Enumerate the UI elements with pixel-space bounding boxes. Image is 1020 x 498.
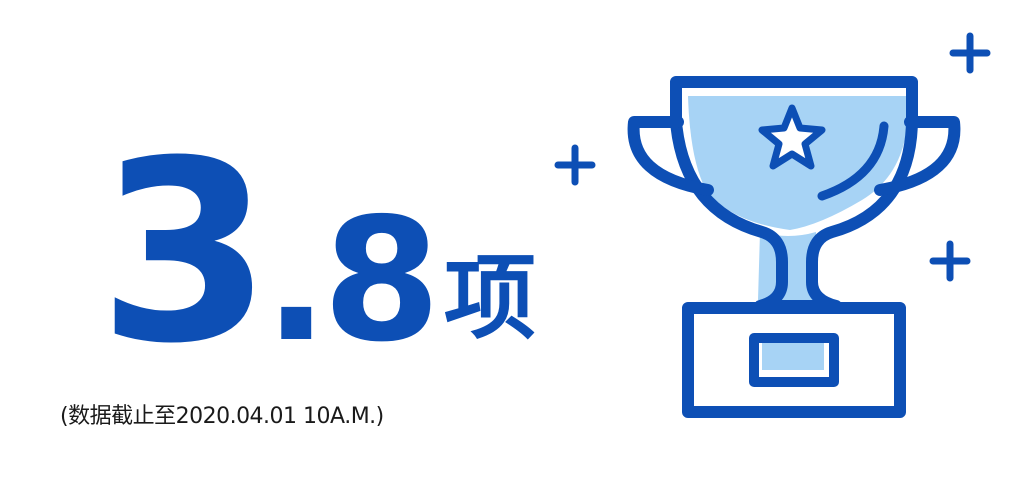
- plus-sparkle-icon: [949, 32, 991, 74]
- stat-unit: 项: [444, 245, 537, 352]
- trophy-illustration: [554, 32, 991, 418]
- plus-sparkle-icon: [554, 144, 596, 186]
- stat-number: 3.8: [98, 128, 441, 380]
- stat-separator: .: [263, 182, 329, 380]
- plus-sparkle-icon: [929, 240, 971, 282]
- stat-integer: 3: [98, 107, 272, 398]
- data-cutoff-note: (数据截止至2020.04.01 10A.M.): [60, 404, 384, 429]
- stat-decimal: 8: [322, 182, 441, 380]
- trophy-icon: [627, 76, 961, 418]
